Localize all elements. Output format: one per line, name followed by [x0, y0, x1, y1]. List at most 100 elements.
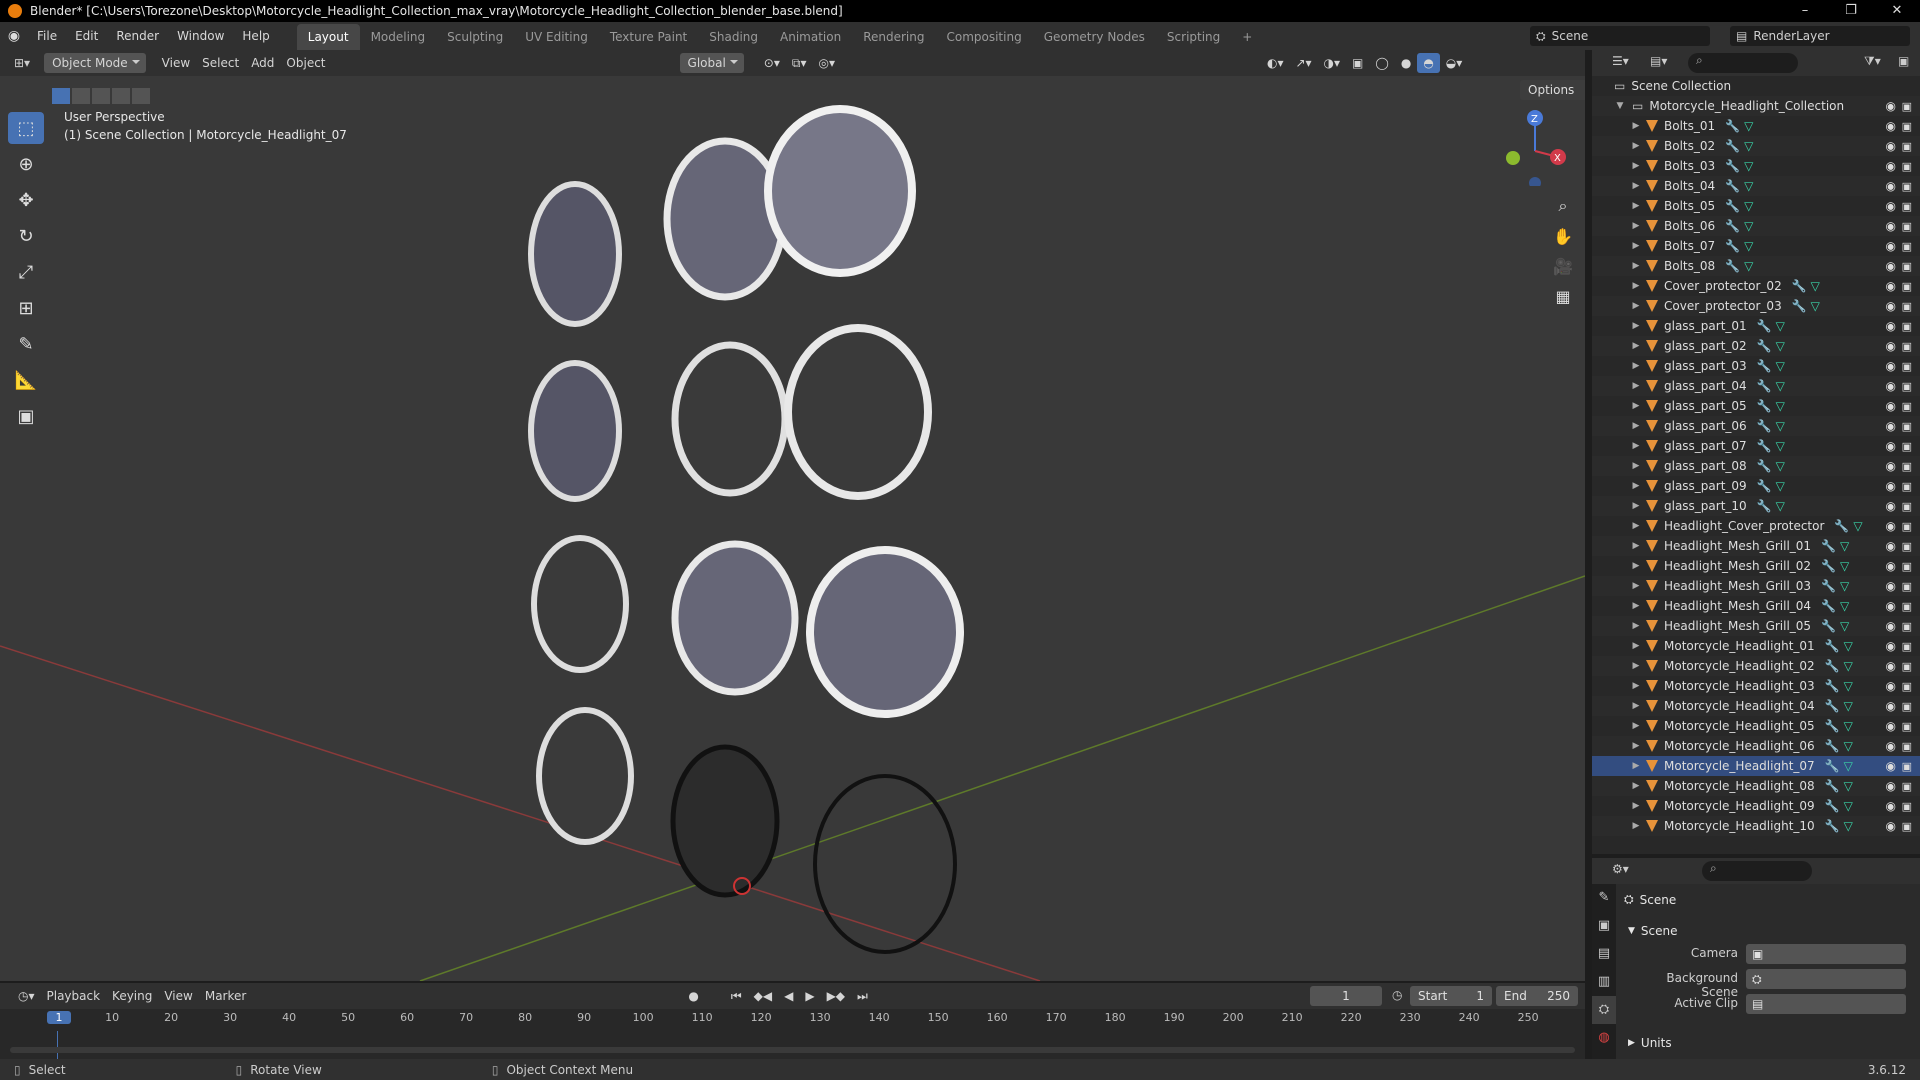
outliner-item[interactable]: ▶ Motorcycle_Headlight_01 🔧 ▽ ◉ ▣ [1592, 636, 1920, 656]
modifier-icon[interactable]: 🔧 [1825, 699, 1840, 713]
mesh-data-icon[interactable]: ▽ [1853, 519, 1862, 533]
outliner-item[interactable]: ▶ Headlight_Mesh_Grill_05 🔧 ▽ ◉ ▣ [1592, 616, 1920, 636]
mesh-data-icon[interactable]: ▽ [1776, 419, 1785, 433]
eye-icon[interactable]: ◉ [1886, 399, 1896, 413]
properties-editor-icon[interactable]: ⚙▾ [1612, 862, 1629, 876]
tab-layout[interactable]: Layout [296, 24, 360, 50]
modifier-icon[interactable]: 🔧 [1825, 659, 1840, 673]
modifier-icon[interactable]: 🔧 [1821, 599, 1836, 613]
jump-end-icon[interactable]: ⏭ [851, 986, 874, 1006]
outliner-item[interactable]: ▶ glass_part_06 🔧 ▽ ◉ ▣ [1592, 416, 1920, 436]
options-dropdown[interactable]: Options [1520, 80, 1585, 100]
prev-keyframe-icon[interactable]: ◆◀ [748, 986, 778, 1006]
mesh-data-icon[interactable]: ▽ [1844, 639, 1853, 653]
mode-dropdown[interactable]: Object Mode [44, 53, 146, 73]
expand-arrow-icon[interactable]: ▶ [1630, 721, 1642, 731]
camera-icon[interactable]: ▣ [1902, 460, 1912, 473]
menu-help[interactable]: Help [233, 22, 278, 50]
camera-icon[interactable]: ▣ [1902, 200, 1912, 213]
outliner-item[interactable]: ▶ Bolts_04 🔧 ▽ ◉ ▣ [1592, 176, 1920, 196]
camera-icon[interactable]: ▣ [1902, 820, 1912, 833]
camera-icon[interactable]: ▣ [1902, 160, 1912, 173]
modifier-icon[interactable]: 🔧 [1821, 619, 1836, 633]
camera-icon[interactable]: ▣ [1902, 580, 1912, 593]
modifier-icon[interactable]: 🔧 [1792, 299, 1807, 313]
modifier-icon[interactable]: 🔧 [1725, 219, 1740, 233]
gizmo-toggle-icon[interactable]: ↗▾ [1289, 53, 1317, 73]
eye-icon[interactable]: ◉ [1886, 459, 1896, 473]
mesh-data-icon[interactable]: ▽ [1744, 159, 1753, 173]
eye-icon[interactable]: ◉ [1886, 479, 1896, 493]
minimize-button[interactable]: – [1782, 0, 1828, 22]
tab-rendering[interactable]: Rendering [852, 24, 935, 50]
mesh-data-icon[interactable]: ▽ [1844, 819, 1853, 833]
mesh-data-icon[interactable]: ▽ [1844, 739, 1853, 753]
expand-arrow-icon[interactable]: ▶ [1630, 461, 1642, 471]
move-tool-icon[interactable]: ✥ [8, 184, 44, 216]
expand-arrow-icon[interactable]: ▶ [1630, 181, 1642, 191]
menu-select[interactable]: Select [196, 53, 245, 73]
cursor-tool-icon[interactable]: ⊕ [8, 148, 44, 180]
close-button[interactable]: ✕ [1874, 0, 1920, 22]
mesh-data-icon[interactable]: ▽ [1744, 119, 1753, 133]
mesh-data-icon[interactable]: ▽ [1776, 439, 1785, 453]
outliner-item[interactable]: ▶ Headlight_Mesh_Grill_03 🔧 ▽ ◉ ▣ [1592, 576, 1920, 596]
expand-arrow-icon[interactable]: ▶ [1630, 501, 1642, 511]
modifier-icon[interactable]: 🔧 [1757, 339, 1772, 353]
select-box-tool-icon[interactable]: ⬚ [8, 112, 44, 144]
expand-arrow-icon[interactable]: ▶ [1630, 321, 1642, 331]
expand-arrow-icon[interactable]: ▶ [1630, 681, 1642, 691]
eye-icon[interactable]: ◉ [1886, 279, 1896, 293]
modifier-icon[interactable]: 🔧 [1821, 539, 1836, 553]
outliner-item[interactable]: ▶ Headlight_Mesh_Grill_01 🔧 ▽ ◉ ▣ [1592, 536, 1920, 556]
pan-hand-icon[interactable]: ✋ [1548, 221, 1578, 251]
mesh-data-icon[interactable]: ▽ [1776, 459, 1785, 473]
tab-sculpting[interactable]: Sculpting [436, 24, 514, 50]
mesh-data-icon[interactable]: ▽ [1744, 139, 1753, 153]
outliner-item[interactable]: ▶ Headlight_Mesh_Grill_02 🔧 ▽ ◉ ▣ [1592, 556, 1920, 576]
modifier-icon[interactable]: 🔧 [1757, 479, 1772, 493]
eye-icon[interactable]: ◉ [1886, 819, 1896, 833]
timeline[interactable]: 1 10 20 30 40 50 60 70 80 90 100 110 120 130 140 150 160… [0, 1009, 1585, 1059]
shading-solid-icon[interactable]: ● [1395, 53, 1417, 73]
expand-arrow-icon[interactable]: ▶ [1630, 801, 1642, 811]
properties-search-input[interactable]: ⌕ [1702, 861, 1812, 881]
play-icon[interactable]: ▶ [799, 986, 820, 1006]
menu-file[interactable]: File [28, 22, 66, 50]
outliner-item[interactable]: ▶ Bolts_03 🔧 ▽ ◉ ▣ [1592, 156, 1920, 176]
mesh-data-icon[interactable]: ▽ [1840, 579, 1849, 593]
camera-icon[interactable]: ▣ [1902, 400, 1912, 413]
eye-icon[interactable]: ◉ [1886, 239, 1896, 253]
outliner-item[interactable]: ▶ Motorcycle_Headlight_08 🔧 ▽ ◉ ▣ [1592, 776, 1920, 796]
outliner-item[interactable]: ▶ Cover_protector_02 🔧 ▽ ◉ ▣ [1592, 276, 1920, 296]
mesh-data-icon[interactable]: ▽ [1844, 759, 1853, 773]
output-tab-icon[interactable]: ▤ [1592, 940, 1616, 968]
outliner-item[interactable]: ▶ Bolts_07 🔧 ▽ ◉ ▣ [1592, 236, 1920, 256]
modifier-icon[interactable]: 🔧 [1825, 639, 1840, 653]
expand-arrow-icon[interactable]: ▶ [1630, 241, 1642, 251]
camera-icon[interactable]: ▣ [1902, 700, 1912, 713]
modifier-icon[interactable]: 🔧 [1825, 759, 1840, 773]
expand-arrow-icon[interactable]: ▶ [1630, 781, 1642, 791]
expand-arrow-icon[interactable]: ▶ [1630, 641, 1642, 651]
tab-compositing[interactable]: Compositing [935, 24, 1032, 50]
expand-arrow-icon[interactable]: ▶ [1630, 741, 1642, 751]
timeline-view-menu[interactable]: View [158, 986, 198, 1006]
eye-icon[interactable]: ◉ [1886, 299, 1896, 313]
eye-icon[interactable]: ◉ [1886, 499, 1896, 513]
eye-icon[interactable]: ◉ [1886, 699, 1896, 713]
outliner-item[interactable]: ▶ Headlight_Cover_protector 🔧 ▽ ◉ ▣ [1592, 516, 1920, 536]
play-reverse-icon[interactable]: ◀ [778, 986, 799, 1006]
stopwatch-icon[interactable]: ◷ [1392, 988, 1402, 1002]
modifier-icon[interactable]: 🔧 [1825, 779, 1840, 793]
expand-arrow-icon[interactable]: ▶ [1630, 561, 1642, 571]
select-subtract-icon[interactable] [92, 88, 110, 104]
scene-selector[interactable]: ⛭ Scene [1530, 26, 1710, 46]
add-cube-tool-icon[interactable]: ▣ [8, 400, 44, 432]
outliner-search-input[interactable]: ⌕ [1688, 53, 1798, 73]
modifier-icon[interactable]: 🔧 [1757, 419, 1772, 433]
modifier-icon[interactable]: 🔧 [1834, 519, 1849, 533]
tab-texture-paint[interactable]: Texture Paint [599, 24, 698, 50]
maximize-button[interactable]: ❐ [1828, 0, 1874, 22]
modifier-icon[interactable]: 🔧 [1821, 579, 1836, 593]
